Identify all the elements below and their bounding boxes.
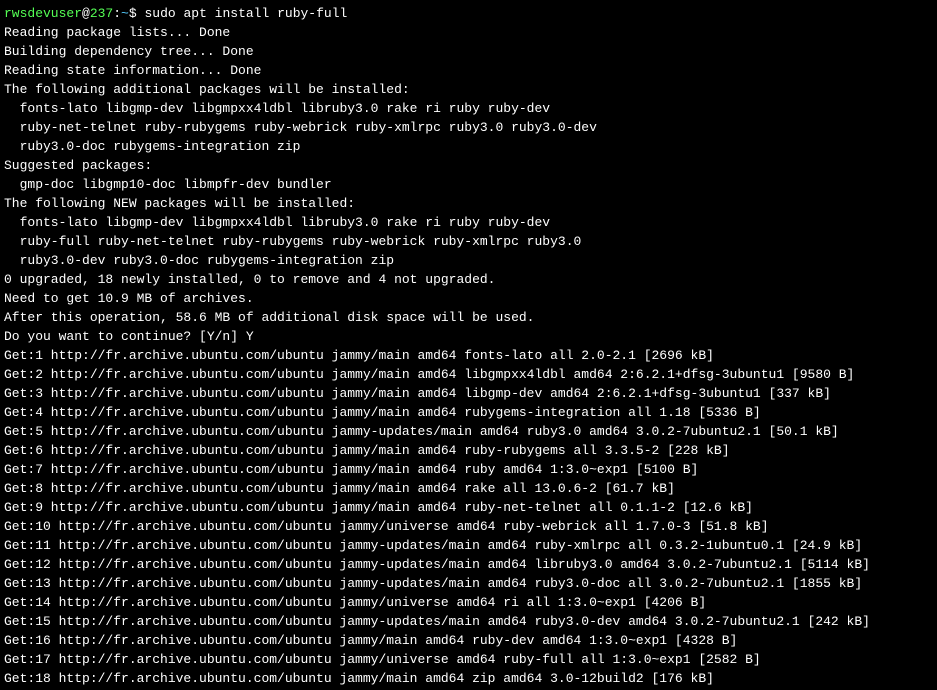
output-line: Reading state information... Done — [4, 61, 933, 80]
output-line: Building dependency tree... Done — [4, 42, 933, 61]
output-line: Get:2 http://fr.archive.ubuntu.com/ubunt… — [4, 365, 933, 384]
output-line: Do you want to continue? [Y/n] Y — [4, 327, 933, 346]
output-line: Get:13 http://fr.archive.ubuntu.com/ubun… — [4, 574, 933, 593]
output-line: Get:3 http://fr.archive.ubuntu.com/ubunt… — [4, 384, 933, 403]
prompt-host: 237 — [90, 6, 113, 21]
output-line: The following additional packages will b… — [4, 80, 933, 99]
output-line: Suggested packages: — [4, 156, 933, 175]
output-line: Get:11 http://fr.archive.ubuntu.com/ubun… — [4, 536, 933, 555]
output-line: fonts-lato libgmp-dev libgmpxx4ldbl libr… — [4, 99, 933, 118]
output-line: Get:12 http://fr.archive.ubuntu.com/ubun… — [4, 555, 933, 574]
output-line: Get:6 http://fr.archive.ubuntu.com/ubunt… — [4, 441, 933, 460]
output-line: fonts-lato libgmp-dev libgmpxx4ldbl libr… — [4, 213, 933, 232]
prompt-user: rwsdevuser — [4, 6, 82, 21]
output-line: Get:15 http://fr.archive.ubuntu.com/ubun… — [4, 612, 933, 631]
output-line: Get:7 http://fr.archive.ubuntu.com/ubunt… — [4, 460, 933, 479]
output-line: Get:10 http://fr.archive.ubuntu.com/ubun… — [4, 517, 933, 536]
output-line: After this operation, 58.6 MB of additio… — [4, 308, 933, 327]
output-line: Get:5 http://fr.archive.ubuntu.com/ubunt… — [4, 422, 933, 441]
prompt-path: ~ — [121, 6, 129, 21]
output-line: ruby3.0-dev ruby3.0-doc rubygems-integra… — [4, 251, 933, 270]
prompt-dollar: $ — [129, 6, 145, 21]
command-text: sudo apt install ruby-full — [144, 6, 347, 21]
output-line: ruby-full ruby-net-telnet ruby-rubygems … — [4, 232, 933, 251]
output-line: Get:1 http://fr.archive.ubuntu.com/ubunt… — [4, 346, 933, 365]
output-line: Reading package lists... Done — [4, 23, 933, 42]
prompt-colon: : — [113, 6, 121, 21]
output-line: Get:4 http://fr.archive.ubuntu.com/ubunt… — [4, 403, 933, 422]
output-line: Get:16 http://fr.archive.ubuntu.com/ubun… — [4, 631, 933, 650]
output-line: ruby-net-telnet ruby-rubygems ruby-webri… — [4, 118, 933, 137]
output-line: gmp-doc libgmp10-doc libmpfr-dev bundler — [4, 175, 933, 194]
output-line: Need to get 10.9 MB of archives. — [4, 289, 933, 308]
output-line: ruby3.0-doc rubygems-integration zip — [4, 137, 933, 156]
terminal-prompt-line: rwsdevuser@237:~$ sudo apt install ruby-… — [4, 4, 933, 23]
output-line: Get:18 http://fr.archive.ubuntu.com/ubun… — [4, 669, 933, 688]
output-line: Get:17 http://fr.archive.ubuntu.com/ubun… — [4, 650, 933, 669]
output-line: Get:14 http://fr.archive.ubuntu.com/ubun… — [4, 593, 933, 612]
output-line: Get:8 http://fr.archive.ubuntu.com/ubunt… — [4, 479, 933, 498]
output-line: 0 upgraded, 18 newly installed, 0 to rem… — [4, 270, 933, 289]
prompt-at: @ — [82, 6, 90, 21]
output-line: Get:9 http://fr.archive.ubuntu.com/ubunt… — [4, 498, 933, 517]
output-line: The following NEW packages will be insta… — [4, 194, 933, 213]
